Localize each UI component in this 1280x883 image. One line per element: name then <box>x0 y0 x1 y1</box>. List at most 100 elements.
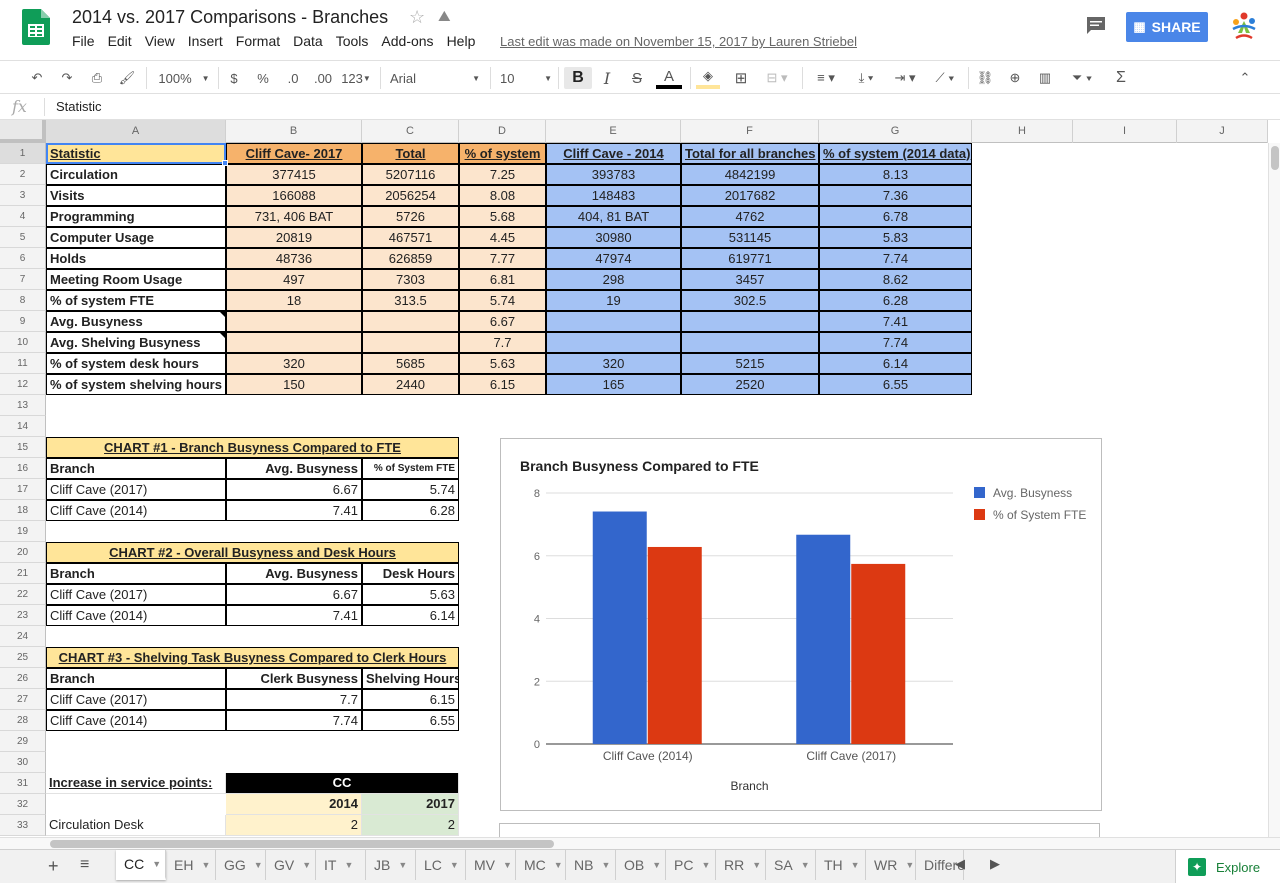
chevron-down-icon[interactable]: ▼ <box>601 860 610 870</box>
chart-table-cell[interactable]: 7.41 <box>226 500 362 521</box>
chart-table-title[interactable]: CHART #3 - Shelving Task Busyness Compar… <box>46 647 459 668</box>
table1-cell[interactable]: Circulation <box>46 164 226 185</box>
table1-cell[interactable]: 18 <box>226 290 362 311</box>
sheet-tab[interactable]: JB ▼ <box>366 850 416 880</box>
note-indicator[interactable] <box>219 311 225 317</box>
chart-table-cell[interactable]: Cliff Cave (2014) <box>46 710 226 731</box>
chart-table-cell[interactable]: 6.55 <box>362 710 459 731</box>
table1-header[interactable]: Total for all branches <box>681 143 819 164</box>
functions-icon[interactable]: Σ <box>1110 67 1132 89</box>
chart-table-title[interactable]: CHART #1 - Branch Busyness Compared to F… <box>46 437 459 458</box>
service-point-name[interactable]: Circulation Desk <box>46 815 226 836</box>
menu-view[interactable]: View <box>145 33 175 51</box>
sheet-tab[interactable]: PC ▼ <box>666 850 716 880</box>
row-header[interactable]: 22 <box>0 584 46 605</box>
fill-color-icon[interactable]: ◈ <box>696 67 720 89</box>
chevron-down-icon[interactable]: ▼ <box>302 860 311 870</box>
table1-header[interactable]: % of system <box>459 143 546 164</box>
italic-button[interactable]: I <box>596 67 618 89</box>
row-header[interactable]: 32 <box>0 794 46 815</box>
align-vertical-icon[interactable]: ⤓ ▾ <box>850 67 882 89</box>
sheets-logo[interactable] <box>22 9 50 45</box>
table1-cell[interactable]: Meeting Room Usage <box>46 269 226 290</box>
table1-cell[interactable] <box>226 311 362 332</box>
select-all-corner[interactable] <box>0 120 46 143</box>
year-2014[interactable]: 2014 <box>226 794 362 815</box>
chart-table-header[interactable]: % of System FTE <box>362 458 459 479</box>
table1-cell[interactable] <box>226 332 362 353</box>
redo-icon[interactable]: ↷ <box>56 67 78 89</box>
menu-data[interactable]: Data <box>293 33 323 51</box>
last-edit-link[interactable]: Last edit was made on November 15, 2017 … <box>500 34 857 49</box>
table1-header[interactable]: Statistic <box>46 143 226 164</box>
table1-cell[interactable]: 6.78 <box>819 206 972 227</box>
table1-cell[interactable]: 320 <box>226 353 362 374</box>
borders-icon[interactable]: ⊞ <box>730 67 752 89</box>
table1-cell[interactable] <box>546 332 681 353</box>
chevron-down-icon[interactable]: ▼ <box>851 860 860 870</box>
table1-cell[interactable]: 2520 <box>681 374 819 395</box>
table1-cell[interactable]: 497 <box>226 269 362 290</box>
chart-table-header[interactable]: Branch <box>46 668 226 689</box>
chart-table-header[interactable]: Branch <box>46 458 226 479</box>
table1-cell[interactable]: 7.77 <box>459 248 546 269</box>
menu-format[interactable]: Format <box>236 33 280 51</box>
sheet-tab[interactable]: EH ▼ <box>166 850 216 880</box>
table1-cell[interactable] <box>362 311 459 332</box>
horizontal-scroll-thumb[interactable] <box>50 840 554 848</box>
font-select[interactable]: Arial ▼ <box>390 67 480 89</box>
row-header[interactable]: 5 <box>0 227 46 248</box>
chart-table-cell[interactable]: 6.28 <box>362 500 459 521</box>
chart-table-cell[interactable]: Cliff Cave (2017) <box>46 479 226 500</box>
menu-addons[interactable]: Add-ons <box>381 33 433 51</box>
table1-cell[interactable]: Holds <box>46 248 226 269</box>
table1-header[interactable]: Cliff Cave - 2014 <box>546 143 681 164</box>
sheet-tab[interactable]: IT ▼ <box>316 850 366 880</box>
percent-button[interactable]: % <box>253 67 273 89</box>
row-header[interactable]: 28 <box>0 710 46 731</box>
row-header[interactable]: 14 <box>0 416 46 437</box>
column-header[interactable]: B <box>226 120 362 143</box>
embedded-chart[interactable]: Branch Busyness Compared to FTE 0 2 4 6 8 Clif… <box>500 438 1102 811</box>
chart-table-cell[interactable]: 5.63 <box>362 584 459 605</box>
column-header[interactable]: D <box>459 120 546 143</box>
row-header[interactable]: 29 <box>0 731 46 752</box>
table1-cell[interactable]: 2440 <box>362 374 459 395</box>
chart-table-header[interactable]: Avg. Busyness <box>226 458 362 479</box>
move-to-folder-icon[interactable]: ⛰ <box>438 8 451 25</box>
vertical-scroll-thumb[interactable] <box>1271 146 1279 170</box>
table1-cell[interactable]: 393783 <box>546 164 681 185</box>
chevron-down-icon[interactable]: ▼ <box>905 860 914 870</box>
table1-cell[interactable]: 165 <box>546 374 681 395</box>
font-size-select[interactable]: 10 ▼ <box>500 67 552 89</box>
row-header[interactable]: 2 <box>0 164 46 185</box>
chart-table-cell[interactable]: 6.15 <box>362 689 459 710</box>
increase-decimal-button[interactable]: .00 <box>311 67 335 89</box>
table1-cell[interactable]: 7.74 <box>819 248 972 269</box>
table1-cell[interactable]: 6.15 <box>459 374 546 395</box>
text-color-button[interactable]: A <box>656 67 682 89</box>
chevron-down-icon[interactable]: ▼ <box>344 860 353 870</box>
strikethrough-button[interactable]: S <box>626 67 648 89</box>
row-header[interactable]: 1 <box>0 143 46 164</box>
table1-cell[interactable]: Avg. Busyness <box>46 311 226 332</box>
menu-file[interactable]: File <box>72 33 95 51</box>
table1-cell[interactable]: 19 <box>546 290 681 311</box>
explore-button[interactable]: ✦ Explore <box>1175 850 1280 883</box>
table1-cell[interactable]: 4842199 <box>681 164 819 185</box>
collapse-toolbar-icon[interactable]: ⌃ <box>1234 67 1256 89</box>
chart-table-cell[interactable]: Cliff Cave (2017) <box>46 584 226 605</box>
chevron-down-icon[interactable]: ▼ <box>752 860 761 870</box>
table1-cell[interactable]: 150 <box>226 374 362 395</box>
document-title[interactable]: 2014 vs. 2017 Comparisons - Branches <box>72 7 388 28</box>
table1-cell[interactable]: 6.28 <box>819 290 972 311</box>
align-horizontal-icon[interactable]: ≡ ▾ <box>810 67 842 89</box>
row-header[interactable]: 26 <box>0 668 46 689</box>
avatar[interactable] <box>1230 11 1258 43</box>
share-button[interactable]: ▦ SHARE <box>1126 12 1208 42</box>
year-2017[interactable]: 2017 <box>362 794 459 815</box>
column-header[interactable]: G <box>819 120 972 143</box>
row-header[interactable]: 27 <box>0 689 46 710</box>
table1-cell[interactable]: % of system shelving hours <box>46 374 226 395</box>
table1-header[interactable]: Cliff Cave- 2017 <box>226 143 362 164</box>
